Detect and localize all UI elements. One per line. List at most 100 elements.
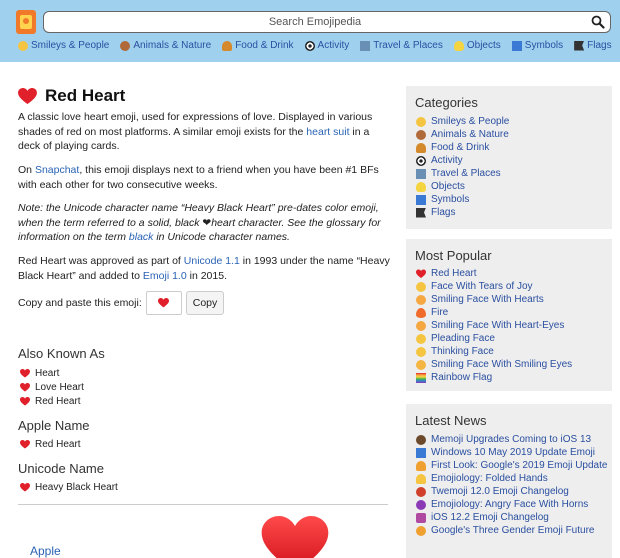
heart-suit-link[interactable]: heart suit — [306, 126, 349, 138]
smiley-icon — [416, 116, 426, 127]
bear-icon — [416, 129, 426, 140]
site-header: Smileys & People Animals & Nature Food &… — [0, 0, 620, 62]
news-item[interactable]: Twemoji 12.0 Emoji Changelog — [416, 486, 569, 497]
page-title: Red Heart — [18, 86, 390, 106]
search-icon[interactable] — [591, 15, 605, 29]
category-objects[interactable]: Objects — [416, 181, 465, 192]
burger-icon — [222, 40, 233, 51]
red-heart-icon — [416, 269, 426, 278]
apple-heart-image — [261, 516, 329, 558]
rainbow-flag-icon — [416, 372, 426, 383]
black-glossary-link[interactable]: black — [129, 231, 154, 243]
categories-heading: Categories — [415, 95, 478, 110]
category-nav: Smileys & People Animals & Nature Food &… — [18, 40, 620, 51]
unicode-name-heading: Unicode Name — [18, 461, 104, 476]
emoji-article: Red Heart A classic love heart emoji, us… — [18, 86, 390, 315]
smiley-icon — [18, 40, 28, 51]
nav-smileys-people[interactable]: Smileys & People — [18, 40, 109, 51]
unicode-1-1-link[interactable]: Unicode 1.1 — [184, 255, 240, 267]
smiling-eyes-icon — [416, 359, 426, 370]
soccer-ball-icon — [416, 155, 426, 166]
snapchat-link[interactable]: Snapchat — [35, 164, 79, 176]
buildings-icon — [416, 168, 426, 179]
ios-icon — [416, 512, 426, 523]
news-item[interactable]: iOS 12.2 Emoji Changelog — [416, 512, 549, 523]
smiling-hearts-icon — [416, 294, 426, 305]
angry-horns-icon — [416, 499, 426, 510]
categories-panel: Categories Smileys & People Animals & Na… — [406, 86, 612, 229]
apple-name-value: Red Heart — [20, 439, 81, 450]
pleading-face-icon — [416, 333, 426, 344]
list-item: Love Heart — [20, 382, 84, 393]
unicode-note: Note: the Unicode character name “Heavy … — [18, 202, 381, 243]
news-item[interactable]: Emojiology: Folded Hands — [416, 473, 548, 484]
snapchat-paragraph: On Snapchat, this emoji displays next to… — [18, 164, 379, 191]
nav-travel-places[interactable]: Travel & Places — [360, 40, 443, 51]
popular-thinking-face[interactable]: Thinking Face — [416, 346, 494, 357]
category-activity[interactable]: Activity — [416, 155, 463, 166]
red-heart-icon — [20, 383, 30, 392]
copy-label: Copy and paste this emoji: — [18, 297, 142, 309]
red-heart-icon — [158, 298, 170, 308]
red-heart-icon — [20, 397, 30, 406]
category-travel-places[interactable]: Travel & Places — [416, 168, 501, 179]
memoji-icon — [416, 434, 426, 445]
category-symbols[interactable]: Symbols — [416, 194, 469, 205]
buildings-icon — [360, 40, 371, 51]
apple-name-heading: Apple Name — [18, 418, 90, 433]
folded-hands-icon — [416, 473, 426, 484]
most-popular-heading: Most Popular — [415, 248, 492, 263]
windows-icon — [416, 447, 426, 458]
category-flags[interactable]: Flags — [416, 207, 455, 218]
tears-of-joy-icon — [416, 281, 426, 292]
red-heart-icon — [20, 440, 30, 449]
news-item[interactable]: Google's Three Gender Emoji Future — [416, 525, 594, 536]
flag-icon — [416, 207, 426, 218]
news-item[interactable]: Emojiology: Angry Face With Horns — [416, 499, 588, 510]
list-item: Red Heart — [20, 396, 81, 407]
symbols-icon — [511, 40, 522, 51]
category-smileys-people[interactable]: Smileys & People — [416, 116, 509, 127]
news-item[interactable]: First Look: Google's 2019 Emoji Update — [416, 460, 607, 471]
flag-icon — [574, 40, 585, 51]
bear-icon — [120, 40, 131, 51]
heart-eyes-icon — [416, 320, 426, 331]
red-heart-icon — [18, 87, 37, 104]
emoji-1-0-link[interactable]: Emoji 1.0 — [143, 270, 187, 282]
nav-symbols[interactable]: Symbols — [511, 40, 563, 51]
nav-food-drink[interactable]: Food & Drink — [222, 40, 294, 51]
red-heart-icon — [20, 483, 30, 492]
popular-tears-of-joy[interactable]: Face With Tears of Joy — [416, 281, 533, 292]
nav-flags[interactable]: Flags — [574, 40, 612, 51]
red-heart-icon — [20, 369, 30, 378]
copy-emoji-field[interactable] — [145, 291, 182, 315]
latest-news-heading: Latest News — [415, 413, 487, 428]
copy-row: Copy and paste this emoji: Copy — [18, 291, 225, 315]
category-food-drink[interactable]: Food & Drink — [416, 142, 489, 153]
emojipedia-logo[interactable] — [16, 10, 36, 34]
vendor-apple-label[interactable]: Apple — [30, 544, 61, 558]
gender-icon — [416, 525, 426, 536]
lightbulb-icon — [453, 40, 464, 51]
soccer-ball-icon — [304, 40, 315, 51]
popular-heart-eyes[interactable]: Smiling Face With Heart-Eyes — [416, 320, 564, 331]
nav-animals-nature[interactable]: Animals & Nature — [120, 40, 211, 51]
news-item[interactable]: Windows 10 May 2019 Update Emoji — [416, 447, 595, 458]
copy-button[interactable]: Copy — [185, 291, 225, 315]
popular-rainbow-flag[interactable]: Rainbow Flag — [416, 372, 492, 383]
emoji-description: A classic love heart emoji, used for exp… — [18, 111, 373, 152]
popular-pleading-face[interactable]: Pleading Face — [416, 333, 495, 344]
symbols-icon — [416, 194, 426, 205]
popular-fire[interactable]: Fire — [416, 307, 448, 318]
popular-smiling-eyes[interactable]: Smiling Face With Smiling Eyes — [416, 359, 572, 370]
list-item: Heart — [20, 368, 59, 379]
news-item[interactable]: Memoji Upgrades Coming to iOS 13 — [416, 434, 591, 445]
popular-red-heart[interactable]: Red Heart — [416, 268, 477, 279]
also-known-as-heading: Also Known As — [18, 346, 105, 361]
nav-objects[interactable]: Objects — [453, 40, 501, 51]
search-input[interactable] — [50, 14, 580, 30]
category-animals-nature[interactable]: Animals & Nature — [416, 129, 509, 140]
section-divider — [18, 504, 388, 505]
nav-activity[interactable]: Activity — [304, 40, 349, 51]
popular-smiling-hearts[interactable]: Smiling Face With Hearts — [416, 294, 544, 305]
